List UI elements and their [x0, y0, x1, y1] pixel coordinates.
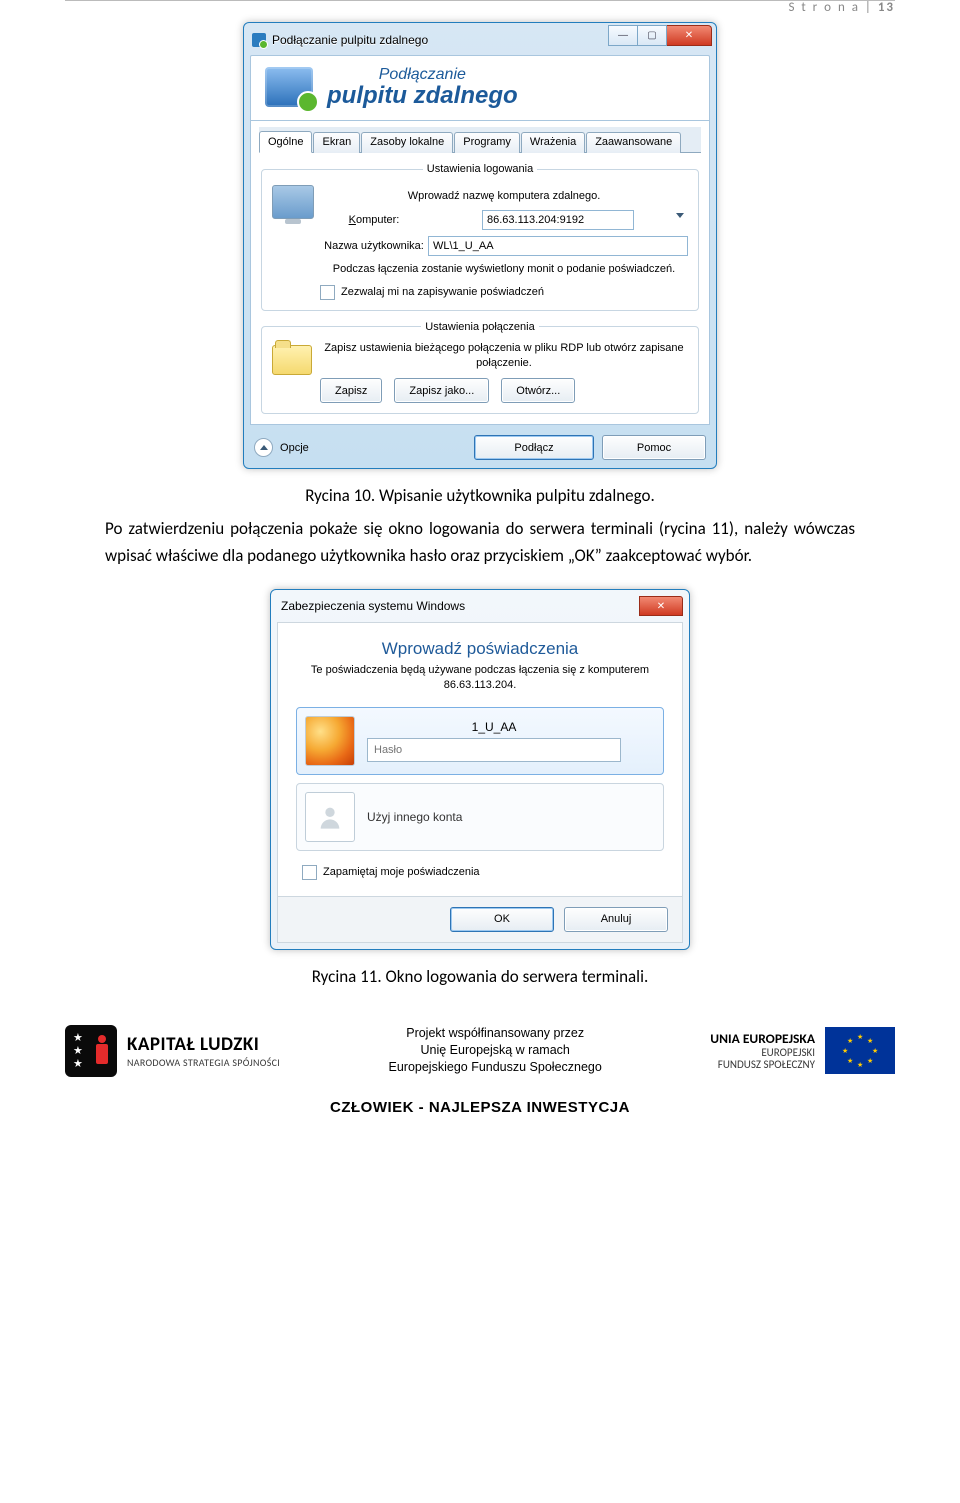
- chevron-down-icon[interactable]: [676, 213, 684, 218]
- slogan: CZŁOWIEK - NAJLEPSZA INWESTYCJA: [65, 1099, 895, 1116]
- password-input[interactable]: [367, 738, 621, 762]
- login-intro: Wprowadź nazwę komputera zdalnego.: [320, 189, 688, 204]
- page-header: S t r o n a | 13: [788, 0, 895, 15]
- kl-line2: NARODOWA STRATEGIA SPÓJNOŚCI: [127, 1056, 280, 1069]
- header-label: S t r o n a: [788, 0, 859, 15]
- figure1-caption: Rycina 10. Wpisanie użytkownika pulpitu …: [65, 485, 895, 506]
- cred-username: 1_U_AA: [367, 720, 621, 734]
- monitor-icon: [272, 185, 314, 219]
- page-number: 13: [878, 0, 895, 15]
- rdp-window: Podłączanie pulpitu zdalnego — ▢ ✕ Podłą…: [243, 22, 717, 469]
- banner: Podłączanie pulpitu zdalnego: [250, 55, 710, 121]
- folder-icon: [272, 345, 312, 375]
- app-icon: [252, 33, 266, 47]
- tab-advanced[interactable]: Zaawansowane: [586, 132, 681, 153]
- computer-label: Komputer:: [320, 214, 428, 226]
- banner-line2: pulpitu zdalnego: [327, 84, 518, 108]
- cred-close-button[interactable]: ✕: [639, 596, 683, 616]
- options-toggle[interactable]: Opcje: [254, 438, 309, 457]
- tab-screen[interactable]: Ekran: [313, 132, 360, 153]
- username-input[interactable]: [428, 236, 688, 256]
- tab-experience[interactable]: Wrażenia: [521, 132, 585, 153]
- allow-save-label: Zezwalaj mi na zapisywanie poświadczeń: [341, 286, 544, 298]
- avatar-icon: [305, 716, 355, 766]
- tab-local[interactable]: Zasoby lokalne: [361, 132, 453, 153]
- close-button[interactable]: ✕: [667, 25, 712, 46]
- maximize-button[interactable]: ▢: [638, 25, 667, 46]
- kl-line1: KAPITAŁ LUDZKI: [127, 1033, 280, 1056]
- conn-text: Zapisz ustawienia bieżącego połączenia w…: [320, 341, 688, 371]
- kapital-ludzki-logo: ★★★: [65, 1025, 117, 1077]
- remember-label: Zapamiętaj moje poświadczenia: [323, 866, 480, 878]
- ok-button[interactable]: OK: [450, 907, 554, 932]
- credentials-window: Zabezpieczenia systemu Windows ✕ Wprowad…: [270, 589, 690, 950]
- help-button[interactable]: Pomoc: [602, 435, 706, 460]
- cancel-button[interactable]: Anuluj: [564, 907, 668, 932]
- eu-flag-icon: ★ ★ ★ ★ ★ ★ ★ ★: [825, 1027, 895, 1074]
- tab-programs[interactable]: Programy: [454, 132, 520, 153]
- options-label: Opcje: [280, 442, 309, 454]
- save-as-button[interactable]: Zapisz jako...: [394, 378, 489, 403]
- ue-line1: UNIA EUROPEJSKA: [710, 1030, 815, 1047]
- ue-line3: FUNDUSZ SPOŁECZNY: [710, 1059, 815, 1072]
- cred-tile-other[interactable]: Użyj innego konta: [296, 783, 664, 851]
- tab-general[interactable]: Ogólne: [259, 131, 312, 153]
- open-button[interactable]: Otwórz...: [501, 378, 575, 403]
- computer-input[interactable]: [482, 210, 634, 230]
- username-label: Nazwa użytkownika:: [320, 240, 428, 252]
- login-settings-group: Ustawienia logowania Wprowadź nazwę komp…: [261, 163, 699, 311]
- credentials-note: Podczas łączenia zostanie wyświetlony mo…: [320, 262, 688, 277]
- figure2-caption: Rycina 11. Okno logowania do serwera ter…: [65, 966, 895, 987]
- titlebar[interactable]: Podłączanie pulpitu zdalnego — ▢ ✕: [250, 29, 710, 55]
- remote-desktop-icon: [265, 67, 313, 107]
- allow-save-checkbox[interactable]: [320, 285, 335, 300]
- cofinance-text: Projekt współfinansowany przez Unię Euro…: [389, 1025, 602, 1076]
- footer-logos: ★★★ KAPITAŁ LUDZKI NARODOWA STRATEGIA SP…: [65, 1025, 895, 1077]
- window-title: Podłączanie pulpitu zdalnego: [272, 33, 428, 47]
- body-paragraph: Po zatwierdzeniu połączenia pokaże się o…: [105, 516, 855, 569]
- other-account-label: Użyj innego konta: [367, 810, 462, 824]
- cred-titlebar[interactable]: Zabezpieczenia systemu Windows ✕: [277, 596, 683, 622]
- minimize-button[interactable]: —: [608, 25, 638, 46]
- cred-window-title: Zabezpieczenia systemu Windows: [281, 599, 465, 613]
- remember-checkbox[interactable]: [302, 865, 317, 880]
- login-legend: Ustawienia logowania: [423, 163, 537, 175]
- cred-subtext: Te poświadczenia będą używane podczas łą…: [296, 663, 664, 693]
- connection-settings-group: Ustawienia połączenia Zapisz ustawienia …: [261, 321, 699, 415]
- tabs: Ogólne Ekran Zasoby lokalne Programy Wra…: [259, 127, 701, 153]
- person-icon: [305, 792, 355, 842]
- chevron-up-icon: [260, 445, 268, 450]
- header-rule: [65, 0, 895, 2]
- connect-button[interactable]: Podłącz: [474, 435, 594, 460]
- save-button[interactable]: Zapisz: [320, 378, 382, 403]
- cred-tile-user[interactable]: 1_U_AA: [296, 707, 664, 775]
- cred-heading: Wprowadź poświadczenia: [296, 639, 664, 659]
- conn-legend: Ustawienia połączenia: [421, 321, 538, 333]
